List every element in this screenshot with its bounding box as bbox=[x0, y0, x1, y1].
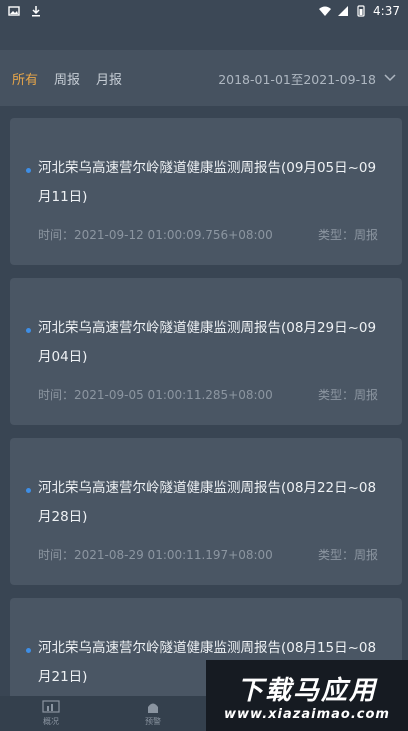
signal-icon bbox=[338, 6, 349, 16]
header-band bbox=[0, 22, 408, 50]
nav-alarm[interactable]: 预警 bbox=[144, 700, 162, 727]
report-title: 河北荣乌高速营尔岭隧道健康监测周报告(09月05日~09月11日) bbox=[38, 160, 377, 205]
battery-icon bbox=[357, 5, 365, 17]
report-title: 河北荣乌高速营尔岭隧道健康监测周报告(08月22日~08月28日) bbox=[38, 480, 377, 525]
tab-all[interactable]: 所有 bbox=[12, 69, 38, 88]
report-card[interactable]: 河北荣乌高速营尔岭隧道健康监测周报告(08月29日~09月04日) 时间：202… bbox=[10, 278, 402, 425]
report-type: 类型：周报 bbox=[317, 388, 378, 402]
tab-weekly[interactable]: 周报 bbox=[54, 69, 80, 88]
chevron-down-icon bbox=[384, 74, 396, 82]
wifi-icon bbox=[319, 6, 332, 16]
watermark-title: 下载马应用 bbox=[236, 675, 377, 706]
report-type: 类型：周报 bbox=[317, 228, 378, 242]
report-time: 时间：2021-08-29 01:00:11.197+08:00 bbox=[38, 548, 273, 562]
report-card[interactable]: 河北荣乌高速营尔岭隧道健康监测周报告(08月22日~08月28日) 时间：202… bbox=[10, 438, 402, 585]
bullet-dot bbox=[26, 488, 31, 493]
date-range-selector[interactable]: 2018-01-01至2021-09-18 bbox=[218, 69, 396, 88]
report-time: 时间：2021-09-05 01:00:11.285+08:00 bbox=[38, 388, 273, 402]
bullet-dot bbox=[26, 328, 31, 333]
chart-icon bbox=[42, 700, 60, 713]
tab-monthly[interactable]: 月报 bbox=[96, 69, 122, 88]
report-type: 类型：周报 bbox=[317, 548, 378, 562]
watermark: 下载马应用 www.xiazaimao.com bbox=[206, 660, 408, 731]
download-icon bbox=[32, 6, 40, 17]
nav-overview-label: 概况 bbox=[43, 717, 59, 726]
alarm-icon bbox=[148, 703, 158, 713]
report-time: 时间：2021-09-12 01:00:09.756+08:00 bbox=[38, 228, 273, 242]
status-bar: 4:37 bbox=[0, 0, 408, 22]
date-range-text: 2018-01-01至2021-09-18 bbox=[218, 71, 376, 87]
bullet-dot bbox=[26, 168, 31, 173]
report-list: 河北荣乌高速营尔岭隧道健康监测周报告(09月05日~09月11日) 时间：202… bbox=[0, 106, 408, 696]
image-icon bbox=[8, 6, 20, 16]
watermark-url: www.xiazaimao.com bbox=[224, 706, 390, 722]
report-meta: 时间：2021-09-12 01:00:09.756+08:00 类型：周报 bbox=[38, 226, 378, 243]
report-title: 河北荣乌高速营尔岭隧道健康监测周报告(08月29日~09月04日) bbox=[38, 320, 377, 365]
status-time: 4:37 bbox=[373, 4, 400, 18]
report-card[interactable]: 河北荣乌高速营尔岭隧道健康监测周报告(09月05日~09月11日) 时间：202… bbox=[10, 118, 402, 265]
filter-bar: 所有 周报 月报 2018-01-01至2021-09-18 bbox=[0, 50, 408, 106]
nav-alarm-label: 预警 bbox=[145, 717, 161, 726]
report-meta: 时间：2021-09-05 01:00:11.285+08:00 类型：周报 bbox=[38, 386, 378, 403]
nav-overview[interactable]: 概况 bbox=[42, 700, 60, 727]
bullet-dot bbox=[26, 648, 31, 653]
report-meta: 时间：2021-08-29 01:00:11.197+08:00 类型：周报 bbox=[38, 546, 378, 563]
